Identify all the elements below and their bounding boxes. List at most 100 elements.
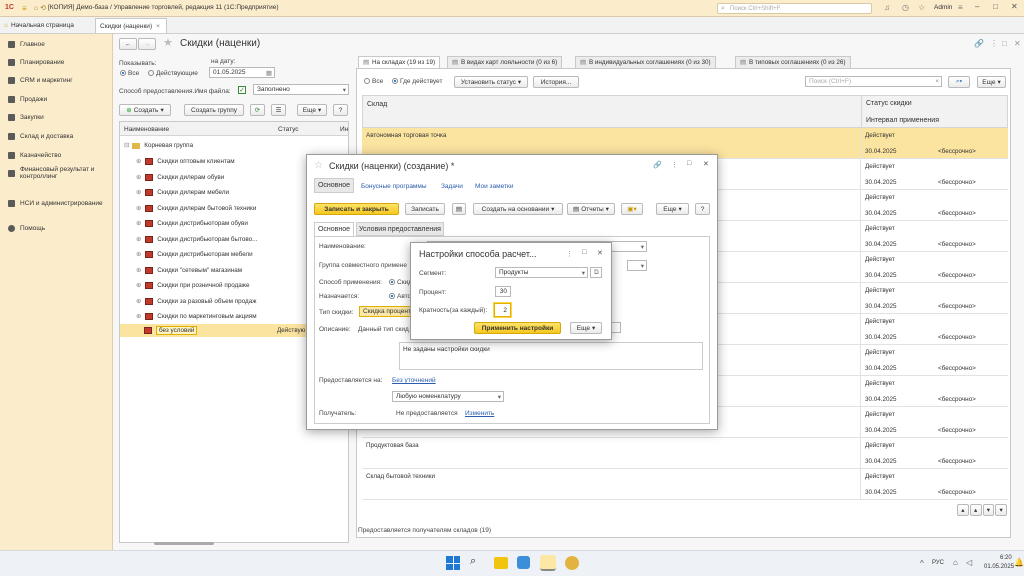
rp-tab-0[interactable]: ▤ На складах (19 из 19) <box>358 56 441 68</box>
multiplicity-input[interactable]: 2 <box>494 303 511 317</box>
sidebar-item-sales[interactable]: Продажи <box>8 92 47 106</box>
expand-icon[interactable]: ⊕ <box>136 158 141 165</box>
more-icon[interactable]: ⋮ <box>990 39 998 48</box>
calendar-icon[interactable]: ▦ <box>266 69 272 77</box>
close-icon[interactable]: ✕ <box>703 160 709 168</box>
expand-icon[interactable]: ⊕ <box>136 251 141 258</box>
settings-more-button[interactable]: Еще ▾ <box>570 322 602 334</box>
sidebar-item-crm[interactable]: CRM и маркетинг <box>8 73 73 87</box>
column-header-warehouse[interactable]: Склад <box>367 101 387 108</box>
user-name[interactable]: Admin <box>934 4 952 11</box>
windows-start-icon[interactable] <box>446 556 460 570</box>
save-button[interactable]: Записать <box>405 203 445 215</box>
favorite-star-icon[interactable]: ☆ <box>314 160 323 171</box>
tab-main[interactable]: Основное <box>314 222 354 236</box>
scroll-down-icon[interactable]: ▾ <box>982 504 995 516</box>
sidebar-item-warehouse[interactable]: Склад и доставка <box>8 129 73 143</box>
maximize-icon[interactable]: □ <box>993 2 998 11</box>
assign-radio[interactable]: Авто <box>389 293 411 300</box>
change-link[interactable]: Изменить <box>465 410 494 417</box>
settings-textbox[interactable]: Не заданы настройки скидки <box>399 342 703 370</box>
type-select[interactable]: Скидка процент <box>359 306 415 317</box>
notification-icon[interactable]: 🔔 <box>1014 558 1024 567</box>
expand-icon[interactable]: ⊕ <box>136 220 141 227</box>
method-checkbox[interactable]: ✓ <box>238 86 246 94</box>
scroll-bottom-icon[interactable]: ▾ <box>995 504 1007 516</box>
group-select[interactable]: ▾ <box>627 260 647 271</box>
sidebar-item-purchases[interactable]: Закупки <box>8 110 44 124</box>
table-row[interactable]: Продуктовая база Действует 30.04.2025 <бесс… <box>362 438 1008 469</box>
maximize-icon[interactable]: □ <box>582 249 586 256</box>
global-search[interactable]: ⌕ Поиск Ctrl+Shift+F <box>717 3 872 14</box>
sidebar-item-nsi[interactable]: НСИ и администрирование <box>8 196 110 210</box>
back-button[interactable]: ← <box>119 38 137 50</box>
help-button[interactable]: ? <box>333 104 348 116</box>
rp-tab-2[interactable]: ▤ В индивидуальных соглашениях (0 из 30) <box>575 56 716 68</box>
star-icon[interactable]: ☆ <box>918 3 925 12</box>
nomenclature-select[interactable]: Любую номенклатуру ▾ <box>392 391 504 402</box>
more-button[interactable]: Еще ▾ <box>297 104 327 116</box>
nav-icons[interactable]: ⌂ ⟲ <box>34 4 46 12</box>
column-header-status[interactable]: Статус <box>278 126 299 133</box>
expand-icon[interactable]: ⊕ <box>136 174 141 181</box>
filter-active-radio[interactable]: Действующие <box>148 70 198 77</box>
filter-all-radio[interactable]: Все <box>120 70 139 77</box>
bell-icon[interactable]: ♫ <box>884 3 890 12</box>
apply-radio[interactable]: Скид <box>389 279 412 286</box>
set-status-button[interactable]: Установить статус ▾ <box>454 76 528 88</box>
nav-tab-notes[interactable]: Мои заметки <box>475 183 513 190</box>
tab-home[interactable]: ⌂ Начальная страница <box>4 19 74 32</box>
maximize-form-icon[interactable]: □ <box>1002 39 1007 48</box>
sidebar-item-help[interactable]: Помощь <box>8 221 45 235</box>
language-indicator[interactable]: РУС <box>932 560 944 566</box>
print-button[interactable]: ▣▾ <box>621 203 643 215</box>
expand-icon[interactable]: ⊕ <box>136 282 141 289</box>
maximize-icon[interactable]: □ <box>687 160 691 167</box>
1c-app-icon[interactable] <box>540 555 556 571</box>
sidebar-item-main[interactable]: Главное <box>8 37 45 51</box>
list-icon[interactable]: ☰ <box>271 104 286 116</box>
scroll-top-icon[interactable]: ▴ <box>957 504 969 516</box>
history-button[interactable]: История... <box>533 76 579 88</box>
document-icon[interactable]: ▤ <box>452 203 466 215</box>
close-form-icon[interactable]: ✕ <box>1014 39 1021 48</box>
menu-icon[interactable]: ≡ <box>22 4 27 13</box>
create-group-button[interactable]: Создать группу <box>184 104 244 116</box>
save-close-button[interactable]: Записать и закрыть <box>314 203 399 215</box>
network-icon[interactable]: ⌂ <box>953 558 958 567</box>
apply-settings-button[interactable]: Применить настройки <box>474 322 561 334</box>
rp-tab-1[interactable]: ▤ В видах карт лояльности (0 из 6) <box>447 56 563 68</box>
sidebar-item-planning[interactable]: Планирование <box>8 55 64 69</box>
dialog-more-button[interactable]: Еще ▾ <box>656 203 689 215</box>
expand-icon[interactable]: ⊕ <box>136 189 141 196</box>
date-input[interactable]: 01.05.2025 ▦ <box>209 67 275 78</box>
favorite-star-icon[interactable]: ★ <box>163 36 173 49</box>
clear-icon[interactable]: × <box>935 78 939 85</box>
create-based-button[interactable]: Создать на основании ▾ <box>473 203 563 215</box>
tray-chevron-icon[interactable]: ^ <box>920 559 924 568</box>
expand-icon[interactable]: ⊕ <box>136 298 141 305</box>
expand-icon[interactable]: ⊕ <box>136 267 141 274</box>
more-icon[interactable]: ⋮ <box>671 161 678 169</box>
rp-search-input[interactable]: Поиск (Ctrl+F) × <box>805 76 942 87</box>
method-select[interactable]: Заполнено ▾ <box>253 84 349 95</box>
expand-icon[interactable]: ⊕ <box>136 313 141 320</box>
search-button[interactable]: ⌕▾ <box>948 76 970 88</box>
link-icon[interactable]: 🔗 <box>653 161 662 169</box>
expand-icon[interactable]: ⊕ <box>136 205 141 212</box>
segment-select[interactable]: Продукты ▾ <box>495 267 588 278</box>
percent-input[interactable]: 30 <box>495 286 511 297</box>
sidebar-item-finance[interactable]: Финансовый результат и контроллинг <box>8 166 110 180</box>
rp-all-radio[interactable]: Все <box>364 78 383 85</box>
column-header-interval[interactable]: Интервал применения <box>866 117 939 124</box>
column-header-name[interactable]: Наименование <box>124 126 169 133</box>
sidebar-item-treasury[interactable]: Казначейство <box>8 148 61 162</box>
rp-active-radio[interactable]: Где действует <box>392 78 442 85</box>
nav-tab-tasks[interactable]: Задачи <box>441 183 463 190</box>
refresh-icon[interactable]: ⟳ <box>250 104 265 116</box>
tab-conditions[interactable]: Условия предоставления <box>356 222 444 236</box>
minimize-icon[interactable]: – <box>975 2 979 11</box>
volume-icon[interactable]: ◁ <box>966 558 972 567</box>
scroll-up-icon[interactable]: ▴ <box>969 504 982 516</box>
rp-tab-3[interactable]: ▤ В типовых соглашениях (0 из 26) <box>735 56 851 68</box>
